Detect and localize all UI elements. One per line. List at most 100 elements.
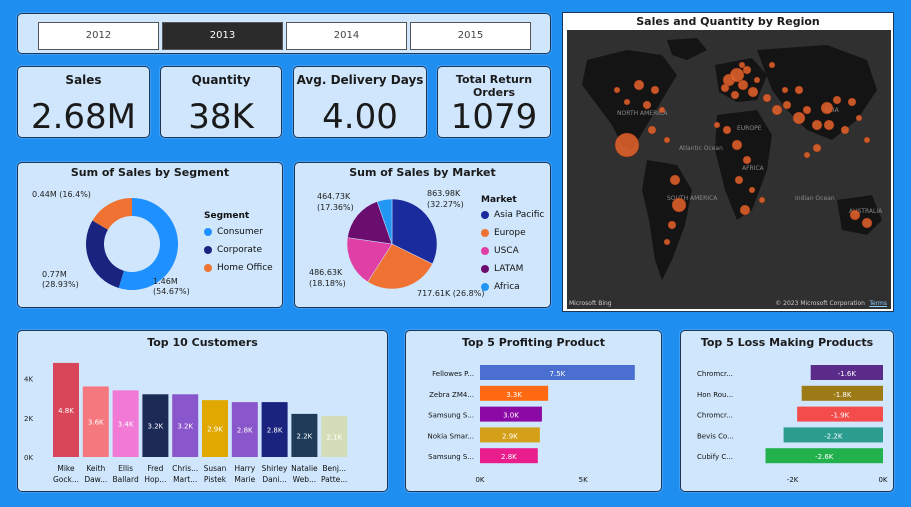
bar-value-label: -2.2K	[824, 432, 843, 440]
legend-item-home-office[interactable]: Home Office	[204, 259, 273, 277]
map-bubble	[792, 111, 806, 125]
kpi-value: 38K	[188, 97, 254, 137]
map-terms-link[interactable]: Terms	[869, 300, 887, 307]
legend-title: Market	[481, 195, 517, 205]
map-bubble	[820, 101, 834, 115]
y-tick-label: Chromcr...	[697, 412, 733, 420]
map-bubble	[832, 95, 842, 105]
map-bubble	[811, 119, 823, 131]
x-tick-label: Susan Pistek	[204, 464, 227, 484]
map-attribution: © 2023 Microsoft Corporation	[775, 300, 865, 307]
legend-item-usca[interactable]: USCA	[481, 242, 544, 260]
data-label: 863.98K (32.27%)	[427, 189, 464, 209]
year-button-2013[interactable]: 2013	[162, 22, 283, 50]
map-bubble	[802, 105, 812, 115]
x-tick-label: Fred Hop...	[144, 464, 166, 484]
bar-value-label: 3.6K	[88, 419, 104, 427]
bar-value-label: -1.9K	[831, 412, 850, 420]
y-tick-label: Chromcr...	[697, 370, 733, 378]
bar-value-label: 2.8K	[501, 453, 517, 461]
top-profit-panel: Top 5 Profiting Product 7.5K Fellowes P..…	[405, 330, 662, 492]
map-bubble	[863, 136, 871, 144]
map-bubble	[613, 86, 621, 94]
market-chart-panel: Sum of Sales by Market 464.73K (17.36%) 8…	[294, 162, 551, 308]
year-slicer: 2012 2013 2014 2015	[17, 13, 551, 54]
map-bubble	[739, 204, 751, 216]
map-bubble	[720, 83, 730, 93]
y-tick-label: 2K	[24, 415, 33, 423]
map-bubble	[823, 119, 835, 131]
map-bubble	[730, 90, 740, 100]
y-tick-label: Samsung S...	[428, 453, 474, 461]
bar-value-label: 3.3K	[506, 391, 522, 399]
kpi-card-quantity: Quantity 38K	[160, 66, 282, 138]
map-bubble	[734, 175, 744, 185]
bar-value-label: 2.2K	[297, 432, 313, 440]
y-tick-label: Fellowes P...	[432, 370, 474, 378]
kpi-label: Quantity	[191, 73, 251, 87]
map-bubble	[614, 132, 640, 158]
kpi-label: Total Return Orders	[455, 73, 533, 99]
legend-item-asia-pacific[interactable]: Asia Pacific	[481, 206, 544, 224]
map-bubble	[794, 85, 804, 95]
data-label: 0.44M (16.4%)	[32, 190, 91, 199]
x-tick-label: Keith Daw...	[84, 464, 107, 484]
legend-item-corporate[interactable]: Corporate	[204, 241, 273, 259]
y-tick-label: Zebra ZM4...	[429, 391, 474, 399]
legend-label: USCA	[494, 246, 519, 256]
loss-bar-chart: -1.6K Chromcr... -1.8K Hon Rou... -1.9K Chrom…	[697, 365, 888, 484]
x-tick-label: 0K	[475, 476, 484, 484]
year-button-2012[interactable]: 2012	[38, 22, 159, 50]
map-bubble	[722, 125, 732, 135]
legend-item-consumer[interactable]: Consumer	[204, 223, 273, 241]
map-label: Indian Ocean	[795, 195, 835, 202]
map-bubble	[781, 86, 789, 94]
map-canvas[interactable]: NORTH AMERICA SOUTH AMERICA EUROPE AFRIC…	[567, 30, 891, 309]
map-bubble	[861, 217, 873, 229]
y-tick-label: Samsung S...	[428, 412, 474, 420]
map-bubble	[671, 197, 687, 213]
bar-value-label: 2.8K	[267, 427, 283, 435]
x-tick-label: Chris... Mart...	[172, 464, 198, 484]
map-label: EUROPE	[737, 125, 762, 132]
donut-slice-corporate	[85, 220, 124, 289]
sales-map-panel: Sales and Quantity by Region NORTH AMERI…	[562, 12, 894, 312]
map-label: Atlantic Ocean	[679, 145, 723, 152]
legend-label: Europe	[494, 228, 526, 238]
legend-item-europe[interactable]: Europe	[481, 224, 544, 242]
legend-item-latam[interactable]: LATAM	[481, 260, 544, 278]
map-bubble	[738, 61, 746, 69]
data-label: 0.77M (28.93%)	[42, 270, 79, 289]
kpi-label: Sales	[65, 73, 102, 87]
year-button-2014[interactable]: 2014	[286, 22, 407, 50]
world-map: NORTH AMERICA SOUTH AMERICA EUROPE AFRIC…	[582, 38, 883, 280]
x-tick-label: Mike Gock...	[53, 464, 79, 484]
x-tick-label: Shirley Dani...	[262, 464, 288, 484]
map-bubble	[768, 61, 776, 69]
x-tick-label: Harry Marie	[234, 464, 255, 484]
y-tick-label: Cubify C...	[697, 453, 733, 461]
kpi-value: 2.68M	[30, 97, 137, 137]
map-bubble	[753, 76, 761, 84]
y-tick-label: Hon Rou...	[697, 391, 733, 399]
map-label: AFRICA	[742, 165, 765, 172]
legend-label: Asia Pacific	[494, 210, 545, 220]
map-bubble	[849, 209, 861, 221]
map-bubble	[623, 98, 631, 106]
bar-value-label: -2.6K	[815, 453, 834, 461]
map-bubble	[669, 174, 681, 186]
kpi-value: 4.00	[322, 97, 398, 137]
legend-label: LATAM	[494, 264, 524, 274]
map-bubble	[633, 79, 645, 91]
map-bubble	[737, 79, 749, 91]
bar-value-label: 3.0K	[503, 412, 519, 420]
legend-item-africa[interactable]: Africa	[481, 278, 544, 296]
top-customers-panel: Top 10 Customers 0K 2K 4K 4.8K Mike Gock... 3.…	[17, 330, 388, 492]
map-bubble	[782, 100, 792, 110]
year-button-2015[interactable]: 2015	[410, 22, 531, 50]
bar-value-label: -1.8K	[833, 391, 852, 399]
bar-value-label: 2.9K	[502, 432, 518, 440]
y-tick-label: 0K	[24, 454, 33, 462]
data-label: 464.73K (17.36%)	[317, 192, 354, 212]
bar-value-label: 2.9K	[207, 426, 223, 434]
